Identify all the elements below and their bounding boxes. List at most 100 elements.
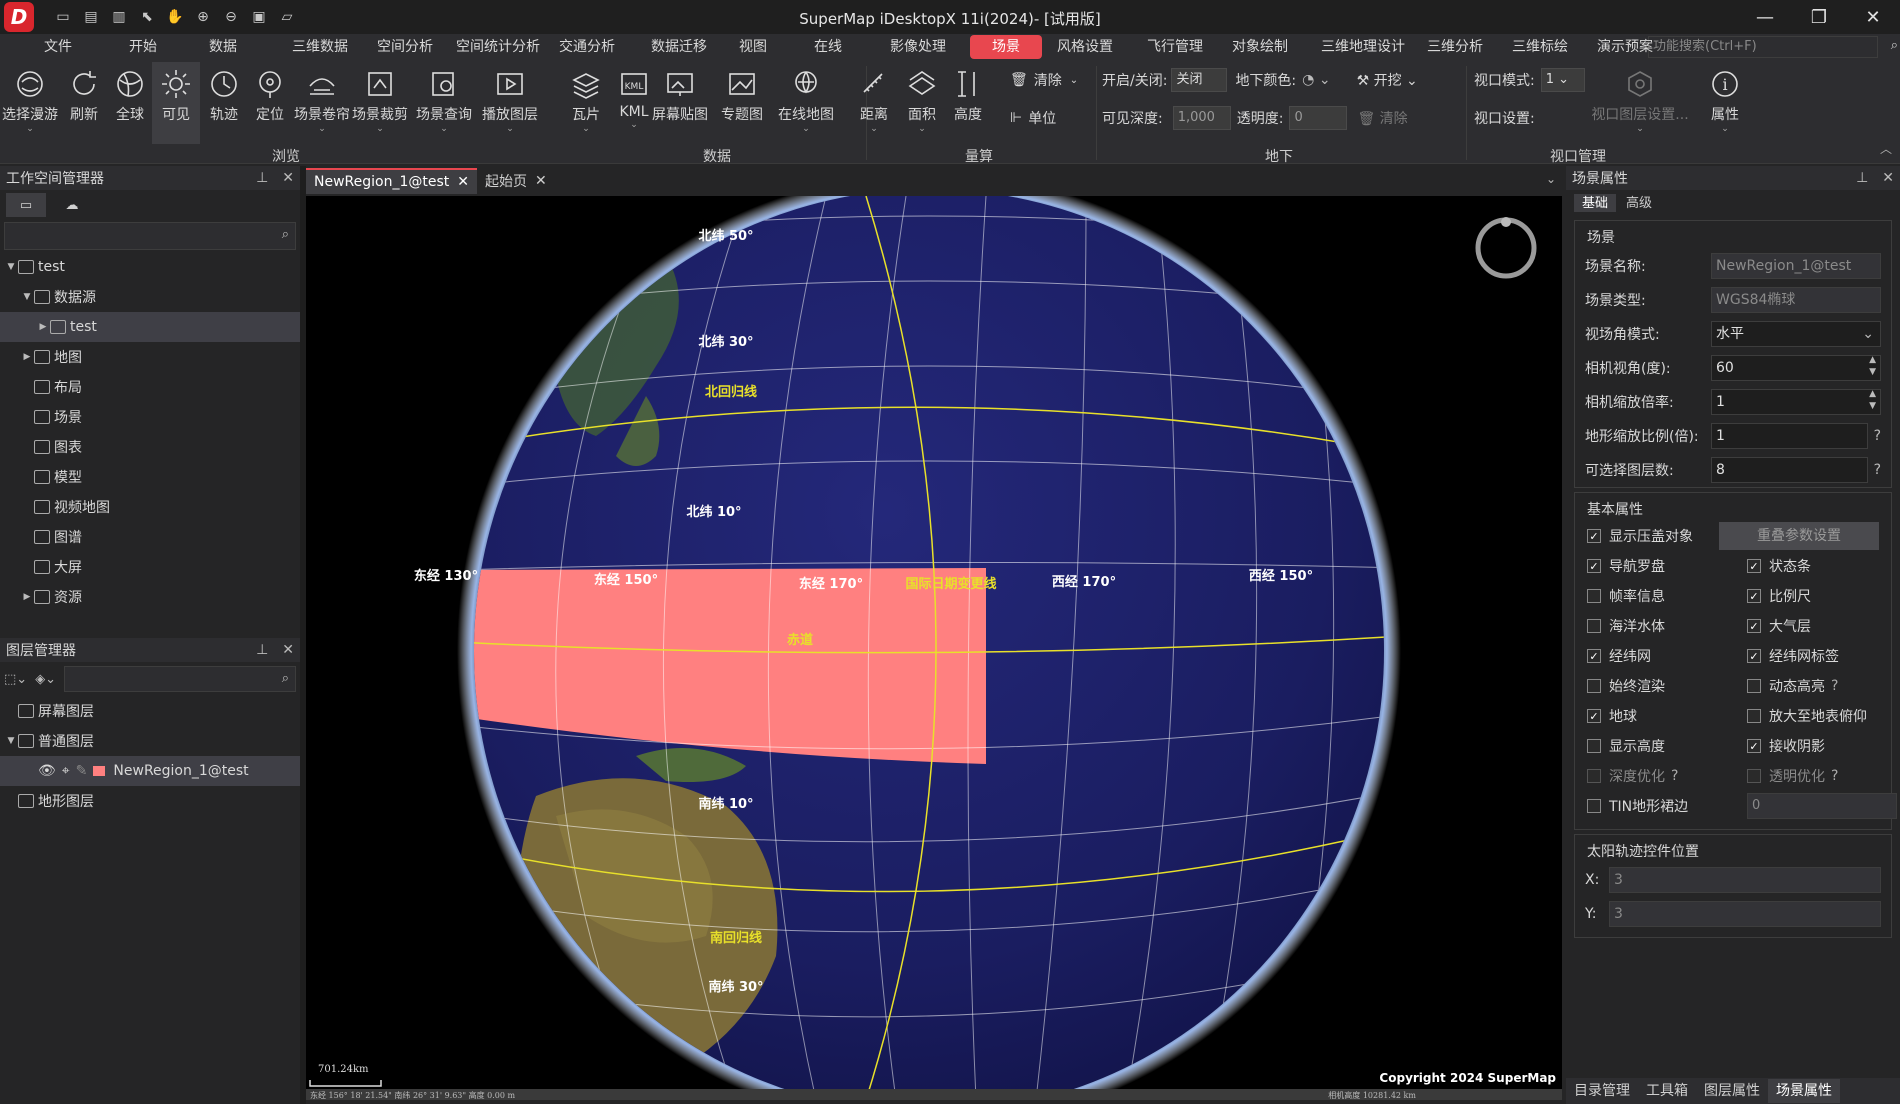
viewport-mode-select[interactable]: 1 ⌄: [1540, 68, 1585, 92]
check-item[interactable]: ✓ 比例尺: [1747, 581, 1897, 611]
menu-12[interactable]: 风格设置: [1050, 35, 1120, 59]
online-view-icon[interactable]: ☁: [52, 193, 92, 217]
checkbox[interactable]: ✓: [1747, 589, 1761, 603]
workspace-node[interactable]: 场景: [0, 402, 300, 432]
dig-button[interactable]: ⚒ 开挖 ⌄: [1357, 70, 1418, 90]
help-icon[interactable]: ?: [1874, 428, 1881, 444]
scene-prop-input[interactable]: NewRegion_1@test: [1711, 253, 1881, 279]
pin-icon[interactable]: ⊥: [1856, 170, 1868, 186]
check-item[interactable]: 深度优化?: [1587, 761, 1747, 791]
close-tab-icon[interactable]: ✕: [535, 173, 547, 189]
menu-16[interactable]: 三维分析: [1420, 35, 1490, 59]
full-extent-icon[interactable]: ▣: [250, 8, 268, 26]
doc-tab[interactable]: NewRegion_1@test ✕: [306, 168, 477, 194]
properties-button[interactable]: i 属性 ⌄: [1702, 62, 1748, 144]
help-icon[interactable]: ?: [1671, 768, 1678, 784]
checkbox[interactable]: [1587, 769, 1601, 783]
edit-icon[interactable]: ✎: [76, 763, 88, 779]
bottom-tab-1[interactable]: 工具箱: [1638, 1079, 1696, 1103]
ribbon-btn-12[interactable]: 屏幕贴图: [649, 62, 711, 144]
scene-prop-input[interactable]: 1: [1711, 423, 1868, 449]
unit-button[interactable]: ⊩ 单位: [1010, 108, 1056, 128]
tin-skirt-input[interactable]: 0: [1747, 793, 1897, 819]
collapse-ribbon-icon[interactable]: ︿: [1880, 140, 1892, 157]
menu-8[interactable]: 视图: [735, 35, 771, 59]
clear-measure-button[interactable]: 🗑 清除 ⌄: [1010, 70, 1078, 90]
selectable-icon[interactable]: ⌖: [62, 763, 70, 779]
ribbon-btn-3[interactable]: 可见: [152, 62, 200, 144]
workspace-node[interactable]: 大屏: [0, 552, 300, 582]
scene-prop-input[interactable]: WGS84椭球: [1711, 287, 1881, 313]
checkbox[interactable]: ✓: [1587, 709, 1601, 723]
menu-14[interactable]: 对象绘制: [1225, 35, 1295, 59]
checkbox[interactable]: ✓: [1587, 529, 1601, 543]
check-item[interactable]: ✓ 接收阴影: [1747, 731, 1897, 761]
bottom-tab-0[interactable]: 目录管理: [1566, 1079, 1638, 1103]
menu-9[interactable]: 在线: [810, 35, 846, 59]
workspace-node[interactable]: ▶ 资源: [0, 582, 300, 612]
checkbox[interactable]: [1747, 709, 1761, 723]
bottom-tab-2[interactable]: 图层属性: [1696, 1079, 1768, 1103]
pin-icon[interactable]: ⊥: [256, 170, 268, 186]
expand-arrow-icon[interactable]: ▼: [20, 292, 34, 302]
checkbox[interactable]: ✓: [1587, 559, 1601, 573]
scene-prop-input[interactable]: 60 ▲ ▼: [1711, 355, 1881, 381]
checkbox[interactable]: [1747, 679, 1761, 693]
visible-eye-icon[interactable]: 👁: [38, 763, 56, 779]
check-item[interactable]: ✓ 导航罗盘: [1587, 551, 1747, 581]
menu-13[interactable]: 飞行管理: [1140, 35, 1210, 59]
layer-node[interactable]: 👁 ⌖ ✎ NewRegion_1@test: [0, 756, 300, 786]
check-item[interactable]: 透明优化?: [1747, 761, 1897, 791]
reset-overlap-button[interactable]: 重叠参数设置: [1719, 522, 1879, 550]
workspace-search-input[interactable]: ⌕: [4, 222, 296, 250]
expand-arrow-icon[interactable]: ▶: [20, 592, 34, 602]
search-icon[interactable]: ⌕: [1891, 38, 1898, 53]
transparency-input[interactable]: 0: [1289, 106, 1348, 130]
ribbon-btn-13[interactable]: 专题图: [711, 62, 773, 144]
ribbon-btn-14[interactable]: 在线地图 ⌄: [775, 62, 837, 144]
ribbon-btn-9[interactable]: 播放图层 ⌄: [479, 62, 541, 144]
checkbox[interactable]: [1587, 739, 1601, 753]
menu-17[interactable]: 三维标绘: [1505, 35, 1575, 59]
close-icon[interactable]: ✕: [1846, 0, 1900, 34]
workspace-node[interactable]: ▶ 地图: [0, 342, 300, 372]
clear-underground-button[interactable]: 🗑 清除: [1357, 108, 1407, 128]
check-item[interactable]: TIN地形裙边: [1587, 791, 1747, 821]
bottom-tab-3[interactable]: 场景属性: [1768, 1079, 1840, 1103]
menu-3[interactable]: 三维数据: [285, 35, 355, 59]
checkbox[interactable]: [1747, 769, 1761, 783]
ribbon-btn-6[interactable]: 场景卷帘 ⌄: [291, 62, 353, 144]
menu-4[interactable]: 空间分析: [370, 35, 440, 59]
underground-toggle-select[interactable]: 关闭: [1171, 68, 1228, 92]
menu-10[interactable]: 影像处理: [883, 35, 953, 59]
doc-tab[interactable]: 起始页 ✕: [477, 168, 555, 194]
check-item[interactable]: ✓ 经纬网: [1587, 641, 1747, 671]
workspace-node[interactable]: ▶ test: [0, 312, 300, 342]
ribbon-btn-2[interactable]: 全球: [106, 62, 154, 144]
workspace-node[interactable]: 视频地图: [0, 492, 300, 522]
check-item[interactable]: 帧率信息: [1587, 581, 1747, 611]
checkbox[interactable]: [1587, 799, 1601, 813]
tab-list-icon[interactable]: ⌄: [1546, 172, 1556, 186]
workspace-node[interactable]: ▼ 数据源: [0, 282, 300, 312]
ribbon-btn-7[interactable]: 场景裁剪 ⌄: [349, 62, 411, 144]
checkbox[interactable]: ✓: [1587, 649, 1601, 663]
menu-5[interactable]: 空间统计分析: [450, 35, 546, 59]
zoom-in-icon[interactable]: ⊕: [194, 8, 212, 26]
scene-view[interactable]: 北纬 50° 北纬 30° 北回归线 北纬 10° 东经 130° 东经 150…: [306, 196, 1562, 1100]
checkbox[interactable]: ✓: [1747, 649, 1761, 663]
help-icon[interactable]: ?: [1831, 678, 1838, 694]
check-item[interactable]: ✓ 地球: [1587, 701, 1747, 731]
minimize-icon[interactable]: —: [1738, 0, 1792, 34]
ribbon-btn-16[interactable]: 面积 ⌄: [898, 62, 946, 144]
color-picker-icon[interactable]: ◔ ⌄: [1302, 72, 1330, 88]
ribbon-btn-1[interactable]: 刷新: [60, 62, 108, 144]
close-panel-icon[interactable]: ✕: [282, 170, 294, 186]
check-item[interactable]: ✓ 大气层: [1747, 611, 1897, 641]
save-icon[interactable]: ▥: [110, 8, 128, 26]
props-tab-0[interactable]: 基础: [1574, 194, 1617, 212]
menu-2[interactable]: 数据: [205, 35, 241, 59]
close-panel-icon[interactable]: ✕: [282, 642, 294, 658]
viewport-layer-settings-button[interactable]: 视口图层设置... ⌄: [1590, 62, 1690, 144]
workspace-view-icon[interactable]: ▭: [6, 193, 46, 217]
